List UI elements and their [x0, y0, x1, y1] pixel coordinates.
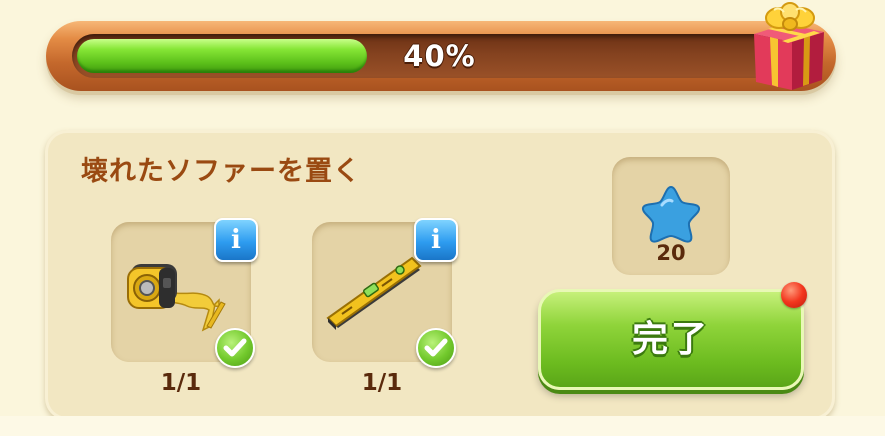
item-info-button[interactable]: i	[414, 218, 458, 262]
progress-bar: 40%	[46, 21, 836, 91]
task-title: 壊れたソファーを置く	[81, 156, 361, 187]
item-complete-check-icon	[215, 328, 255, 368]
complete-button-label: 完了	[631, 319, 710, 360]
bottom-strip	[0, 416, 885, 436]
progress-percent: 40%	[403, 39, 476, 73]
notification-dot	[781, 282, 807, 308]
item-complete-check-icon	[416, 328, 456, 368]
gift-box-icon[interactable]	[746, 0, 830, 92]
progress-track: 40%	[72, 34, 807, 78]
item-info-button[interactable]: i	[214, 218, 258, 262]
reward-amount: 20	[656, 241, 686, 265]
complete-button[interactable]: 完了	[538, 289, 804, 390]
item-count: 1/1	[160, 370, 202, 396]
item-slot-spirit-level[interactable]: i	[312, 218, 458, 368]
item-count: 1/1	[361, 370, 403, 396]
item-slot-tape-measure[interactable]: i	[111, 218, 258, 368]
